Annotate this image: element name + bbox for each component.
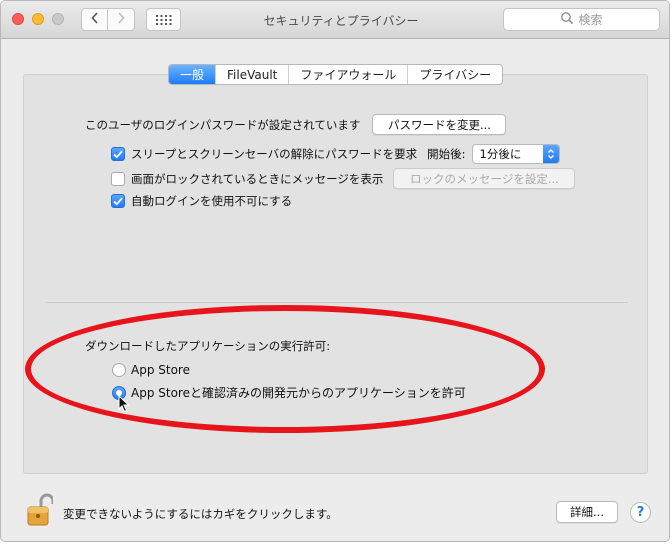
- show-message-checkbox[interactable]: [111, 171, 125, 186]
- set-lock-message-button[interactable]: ロックのメッセージを設定...: [393, 168, 576, 189]
- require-password-checkbox[interactable]: [111, 147, 125, 161]
- forward-button[interactable]: [108, 8, 135, 31]
- navigation-buttons: [81, 8, 136, 31]
- preferences-window: セキュリティとプライバシー 検索 このユーザのログインパスワードが設定されていま…: [0, 0, 670, 542]
- checkmark-icon: [113, 197, 123, 206]
- disable-auto-login-checkbox[interactable]: [111, 194, 125, 208]
- identified-developers-label: App Storeと確認済みの開発元からのアプリケーションを許可: [131, 386, 466, 400]
- details-button[interactable]: 詳細...: [556, 501, 618, 523]
- disable-auto-login-label: 自動ログインを使用不可にする: [131, 194, 293, 208]
- mouse-pointer-icon: [118, 394, 130, 416]
- checkmark-icon: [113, 150, 123, 159]
- lock-hint-text: 変更できないようにするにはカギをクリックします。: [63, 507, 338, 521]
- start-delay-select[interactable]: 1分後に: [471, 144, 560, 164]
- app-store-label: App Store: [131, 363, 190, 377]
- start-label: 開始後:: [427, 147, 466, 161]
- lock-icon[interactable]: [27, 493, 55, 530]
- password-set-label: このユーザのログインパスワードが設定されています: [85, 117, 361, 132]
- title-bar: セキュリティとプライバシー 検索: [1, 1, 669, 39]
- settings-panel: このユーザのログインパスワードが設定されています パスワードを変更... スリー…: [23, 74, 648, 474]
- section-divider: [46, 302, 628, 303]
- download-permission-heading: ダウンロードしたアプリケーションの実行許可:: [85, 339, 331, 353]
- updown-chevron-icon: [542, 145, 559, 163]
- tab-general[interactable]: 一般: [169, 65, 217, 84]
- back-button[interactable]: [81, 8, 108, 31]
- start-delay-value: 1分後に: [479, 147, 522, 161]
- show-all-button[interactable]: [146, 8, 181, 31]
- search-field[interactable]: 検索: [503, 8, 660, 31]
- show-message-row: 画面がロックされているときにメッセージを表示 ロックのメッセージを設定...: [111, 168, 576, 189]
- show-message-label: 画面がロックされているときにメッセージを表示: [131, 171, 384, 186]
- grid-icon: [155, 14, 172, 25]
- search-icon: [560, 11, 578, 28]
- tab-privacy[interactable]: プライバシー: [408, 65, 502, 84]
- radio-option-app-store[interactable]: App Store: [112, 363, 190, 377]
- tab-filevault[interactable]: FileVault: [216, 65, 290, 84]
- app-store-radio[interactable]: [112, 363, 126, 377]
- password-status-row: このユーザのログインパスワードが設定されています パスワードを変更...: [85, 114, 507, 135]
- window-title: セキュリティとプライバシー: [263, 14, 419, 28]
- tab-bar: 一般 FileVault ファイアウォール プライバシー: [168, 64, 504, 85]
- disable-auto-login-row: 自動ログインを使用不可にする: [111, 193, 292, 209]
- chevron-left-icon: [90, 12, 99, 27]
- radio-option-identified-developers[interactable]: App Storeと確認済みの開発元からのアプリケーションを許可: [112, 384, 466, 401]
- minimize-window-button[interactable]: [32, 13, 44, 25]
- help-button[interactable]: ?: [630, 502, 651, 523]
- zoom-window-button[interactable]: [52, 13, 64, 25]
- require-password-label: スリープとスクリーンセーバの解除にパスワードを要求: [131, 147, 418, 161]
- require-password-row: スリープとスクリーンセーバの解除にパスワードを要求 開始後: 1分後に: [111, 144, 560, 164]
- close-window-button[interactable]: [12, 13, 24, 25]
- search-placeholder: 検索: [578, 13, 603, 27]
- change-password-button[interactable]: パスワードを変更...: [372, 114, 507, 135]
- tab-firewall[interactable]: ファイアウォール: [289, 65, 409, 84]
- chevron-right-icon: [117, 12, 125, 27]
